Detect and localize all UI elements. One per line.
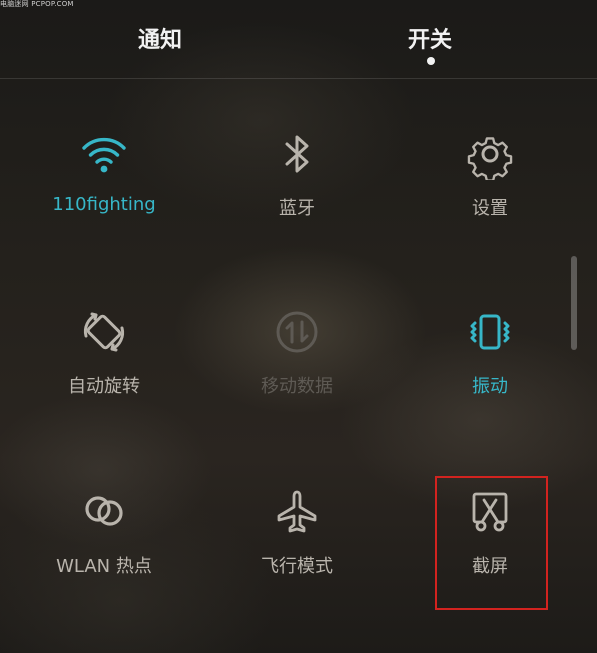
mobile-data-icon — [276, 311, 318, 353]
wifi-icon — [82, 137, 126, 173]
scrollbar[interactable] — [571, 256, 577, 350]
toggle-airplane-mode[interactable]: 飞行模式 — [217, 486, 377, 626]
toggle-label: 飞行模式 — [261, 556, 333, 577]
selected-tab-indicator — [427, 57, 435, 65]
airplane-icon — [277, 490, 317, 533]
toggle-wifi[interactable]: 110fighting — [24, 128, 184, 268]
toggle-label: 110fighting — [52, 194, 156, 215]
toggle-auto-rotate[interactable]: 自动旋转 — [24, 306, 184, 446]
auto-rotate-icon — [83, 312, 125, 352]
hotspot-icon — [85, 496, 123, 526]
toggle-mobile-data[interactable]: 移动数据 — [217, 306, 377, 446]
toggle-bluetooth[interactable]: 蓝牙 — [217, 128, 377, 268]
header-divider — [0, 78, 597, 79]
tab-toggles[interactable]: 开关 — [408, 22, 452, 54]
toggle-settings[interactable]: 设置 — [410, 128, 570, 268]
toggle-label: WLAN 热点 — [56, 556, 152, 577]
toggle-label: 移动数据 — [261, 376, 333, 397]
tab-bar: 通知 开关 — [0, 0, 597, 78]
toggle-label: 蓝牙 — [279, 198, 315, 219]
toggle-vibrate[interactable]: 振动 — [410, 306, 570, 446]
tab-notifications[interactable]: 通知 — [138, 22, 182, 54]
toggle-label: 振动 — [472, 376, 508, 397]
toggle-label: 设置 — [472, 198, 508, 219]
toggle-hotspot[interactable]: WLAN 热点 — [24, 486, 184, 626]
toggle-label: 自动旋转 — [68, 376, 140, 397]
vibrate-icon — [470, 314, 510, 350]
highlight-box — [435, 476, 548, 610]
gear-icon — [467, 137, 513, 180]
bluetooth-icon — [285, 135, 309, 173]
